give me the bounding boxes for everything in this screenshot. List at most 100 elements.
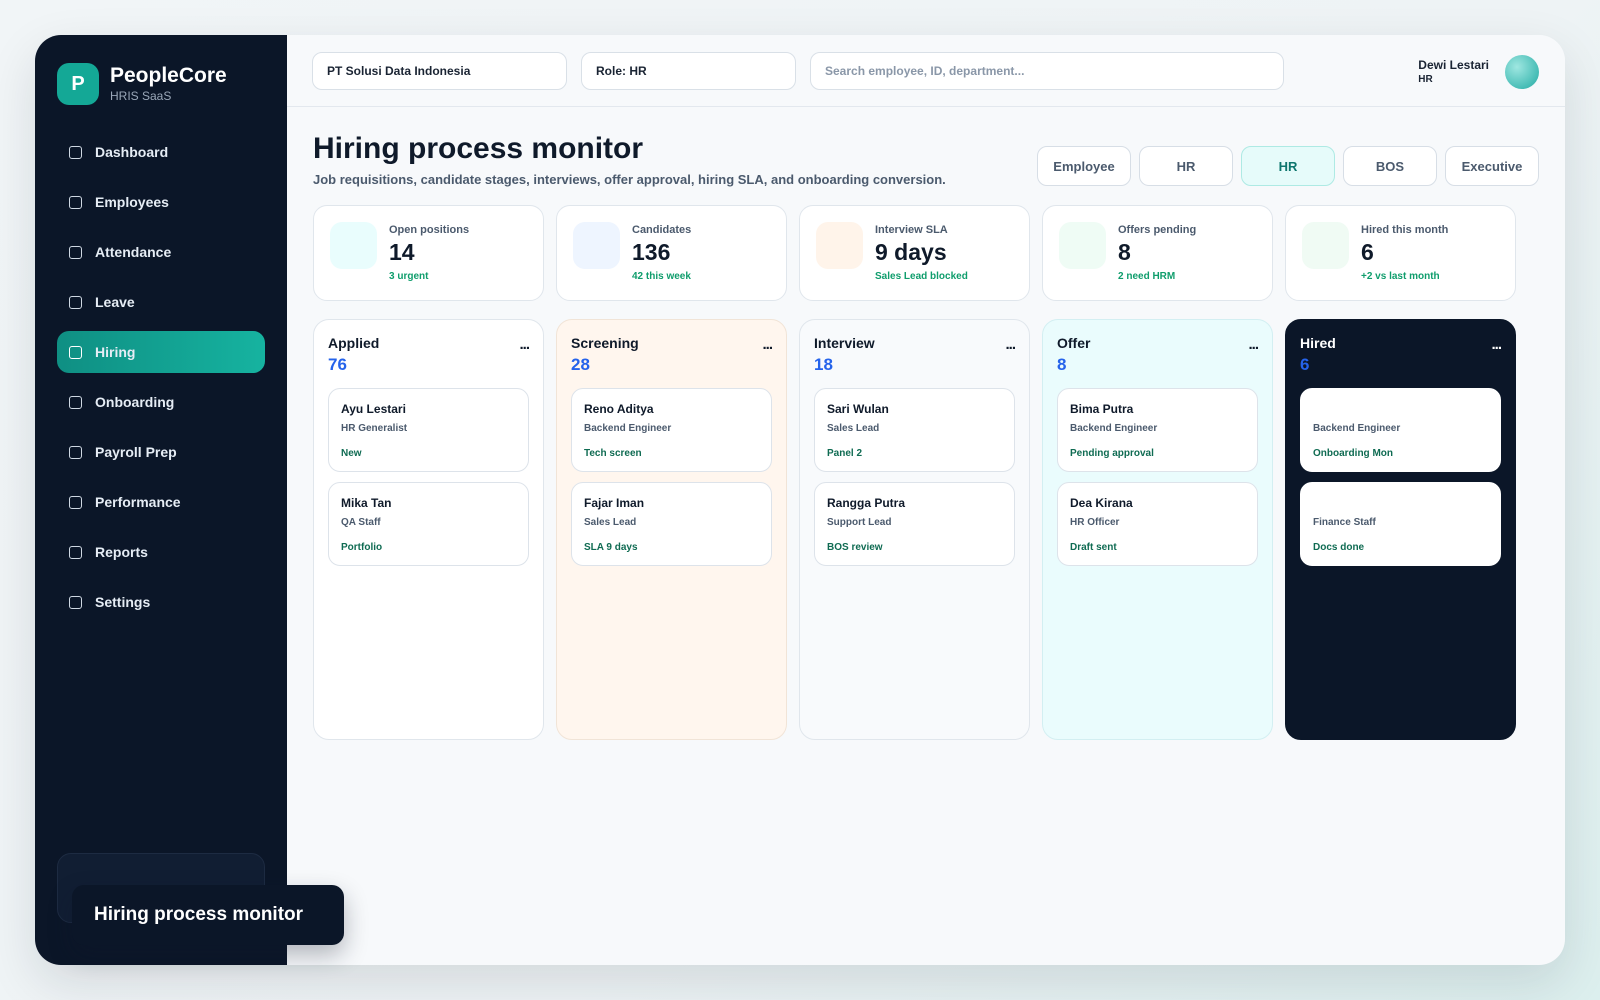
hiring-board: Applied 76 ... Ayu Lestari HR Generalist… — [313, 319, 1516, 740]
search-input[interactable]: Search employee, ID, department... — [810, 52, 1284, 90]
candidate-status: Pending approval — [1070, 448, 1154, 459]
role-option-executive[interactable]: Executive — [1445, 146, 1539, 186]
checkbox-icon — [69, 245, 82, 259]
topbar: PT Solusi Data Indonesia Role: HR Search… — [287, 35, 1565, 107]
candidate-role: QA Staff — [341, 517, 381, 528]
role-option-hr-active[interactable]: HR — [1241, 146, 1335, 186]
candidate-status: Tech screen — [584, 448, 642, 459]
stat-icon — [573, 222, 620, 269]
stat-label: Candidates — [632, 224, 692, 236]
sidebar-item-attendance[interactable]: Attendance — [57, 231, 265, 273]
checkbox-icon — [69, 495, 82, 509]
more-menu-icon[interactable]: ... — [519, 336, 529, 353]
sidebar-item-employees[interactable]: Employees — [57, 181, 265, 223]
column-title: Hired — [1300, 335, 1336, 351]
sidebar-item-settings[interactable]: Settings — [57, 581, 265, 623]
sidebar-item-label: Reports — [95, 544, 148, 560]
checkbox-icon — [69, 395, 82, 409]
page-title: Hiring process monitor — [313, 132, 644, 165]
candidate-card[interactable]: Rangga Putra Support Lead BOS review — [814, 482, 1015, 566]
role-option-hr[interactable]: HR — [1139, 146, 1233, 186]
sidebar-item-label: Performance — [95, 494, 181, 510]
role-option-employee[interactable]: Employee — [1037, 146, 1131, 186]
stat-card-hired-this-month[interactable]: Hired this month 6 +2 vs last month — [1285, 205, 1516, 301]
role-selector[interactable]: Role: HR — [581, 52, 796, 90]
app-window: P PeopleCore HRIS SaaS Dashboard Employe… — [35, 35, 1565, 965]
column-count: 6 — [1300, 355, 1310, 374]
candidate-role: Backend Engineer — [1313, 423, 1401, 434]
stats-row: Open positions 14 3 urgent Candidates 13… — [313, 205, 1516, 301]
sidebar-item-payroll-prep[interactable]: Payroll Prep — [57, 431, 265, 473]
stat-card-candidates[interactable]: Candidates 136 42 this week — [556, 205, 787, 301]
candidate-name: Reno Aditya — [584, 402, 654, 416]
stat-note: Sales Lead blocked — [875, 271, 968, 282]
stat-value: 6 — [1361, 239, 1374, 265]
candidate-status: SLA 9 days — [584, 542, 638, 553]
candidate-card[interactable]: Fajar Iman Sales Lead SLA 9 days — [571, 482, 772, 566]
candidate-card[interactable]: Ayu Lestari HR Generalist New — [328, 388, 529, 472]
candidate-card[interactable]: Reno Aditya Backend Engineer Tech screen — [571, 388, 772, 472]
candidate-card[interactable]: Mika Tan QA Staff Portfolio — [328, 482, 529, 566]
candidate-name: Fajar Iman — [584, 496, 645, 510]
stat-value: 9 days — [875, 239, 947, 265]
candidate-name: Sari Wulan — [827, 402, 889, 416]
sidebar-item-dashboard[interactable]: Dashboard — [57, 131, 265, 173]
checkbox-icon — [69, 145, 82, 159]
stage-column-offer: Offer 8 ... Bima Putra Backend Engineer … — [1042, 319, 1273, 740]
sidebar-item-label: Attendance — [95, 244, 172, 260]
stat-value: 8 — [1118, 239, 1131, 265]
sidebar-item-onboarding[interactable]: Onboarding — [57, 381, 265, 423]
stat-card-open-positions[interactable]: Open positions 14 3 urgent — [313, 205, 544, 301]
candidate-card[interactable]: Backend Engineer Onboarding Mon — [1300, 388, 1501, 472]
page-subtitle: Job requisitions, candidate stages, inte… — [313, 172, 946, 187]
user-name: Dewi Lestari — [1418, 58, 1489, 72]
checkbox-icon — [69, 195, 82, 209]
sidebar-item-performance[interactable]: Performance — [57, 481, 265, 523]
candidate-status: Draft sent — [1070, 542, 1117, 553]
stat-label: Hired this month — [1361, 224, 1449, 236]
candidate-status: Onboarding Mon — [1313, 448, 1393, 459]
candidate-card[interactable]: Sari Wulan Sales Lead Panel 2 — [814, 388, 1015, 472]
sidebar-item-hiring[interactable]: Hiring — [57, 331, 265, 373]
candidate-role: HR Generalist — [341, 423, 408, 434]
more-menu-icon[interactable]: ... — [762, 336, 772, 353]
candidate-card[interactable]: Finance Staff Docs done — [1300, 482, 1501, 566]
candidate-card[interactable]: Dea Kirana HR Officer Draft sent — [1057, 482, 1258, 566]
sidebar-item-label: Payroll Prep — [95, 444, 177, 460]
brand-logo: P — [57, 63, 99, 105]
candidate-status: Portfolio — [341, 542, 383, 553]
candidate-role: Sales Lead — [584, 517, 637, 528]
brand-subtitle: HRIS SaaS — [110, 89, 172, 103]
stat-value: 136 — [632, 239, 671, 265]
stat-label: Offers pending — [1118, 224, 1197, 236]
stat-icon — [816, 222, 863, 269]
user-profile[interactable]: Dewi Lestari HR — [1418, 55, 1539, 89]
sidebar-item-reports[interactable]: Reports — [57, 531, 265, 573]
candidate-card[interactable]: Bima Putra Backend Engineer Pending appr… — [1057, 388, 1258, 472]
candidate-status: New — [341, 448, 362, 459]
candidate-name: Rangga Putra — [827, 496, 906, 510]
stat-value: 14 — [389, 239, 415, 265]
stage-column-applied: Applied 76 ... Ayu Lestari HR Generalist… — [313, 319, 544, 740]
stage-column-interview: Interview 18 ... Sari Wulan Sales Lead P… — [799, 319, 1030, 740]
column-title: Offer — [1057, 335, 1091, 351]
stat-card-offers-pending[interactable]: Offers pending 8 2 need HRM — [1042, 205, 1273, 301]
stat-note: 3 urgent — [389, 271, 429, 282]
stat-icon — [330, 222, 377, 269]
page-tooltip: Hiring process monitor — [72, 885, 344, 945]
brand[interactable]: P PeopleCore HRIS SaaS — [57, 63, 227, 105]
more-menu-icon[interactable]: ... — [1005, 336, 1015, 353]
sidebar-item-label: Hiring — [95, 344, 136, 360]
more-menu-icon[interactable]: ... — [1491, 336, 1501, 353]
more-menu-icon[interactable]: ... — [1248, 336, 1258, 353]
candidate-name: Ayu Lestari — [341, 402, 406, 416]
role-option-bos[interactable]: BOS — [1343, 146, 1437, 186]
candidate-role: Backend Engineer — [584, 423, 672, 434]
sidebar-item-leave[interactable]: Leave — [57, 281, 265, 323]
stat-note: 2 need HRM — [1118, 271, 1176, 282]
candidate-name: Bima Putra — [1070, 402, 1134, 416]
candidate-status: Docs done — [1313, 542, 1365, 553]
company-selector[interactable]: PT Solusi Data Indonesia — [312, 52, 567, 90]
avatar[interactable] — [1505, 55, 1539, 89]
stat-card-interview-sla[interactable]: Interview SLA 9 days Sales Lead blocked — [799, 205, 1030, 301]
